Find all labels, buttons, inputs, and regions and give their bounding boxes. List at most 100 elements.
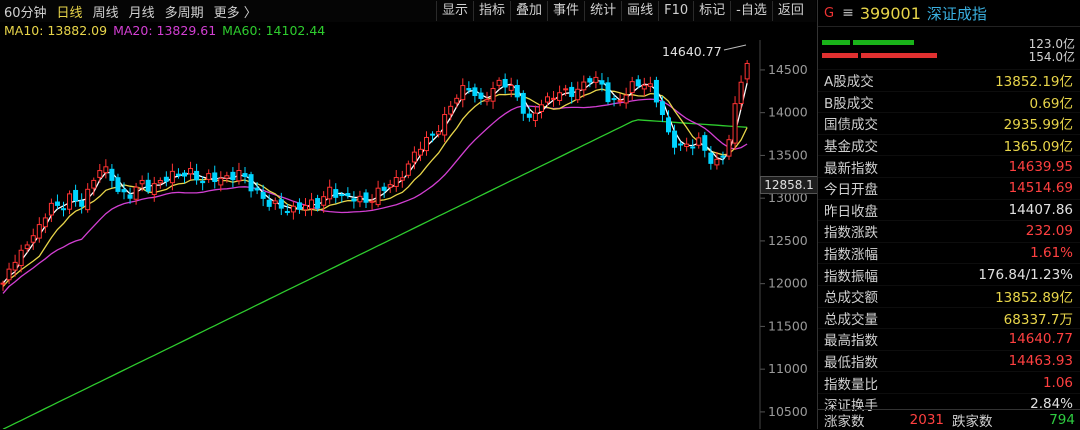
candlestick[interactable] [73,184,79,207]
candlestick[interactable] [351,191,357,209]
candlestick[interactable] [502,73,508,94]
candlestick[interactable] [405,160,411,179]
candlestick[interactable] [290,201,296,220]
candlestick[interactable] [109,164,115,188]
candlestick[interactable] [145,172,151,194]
candlestick[interactable] [303,198,308,217]
candlestick[interactable] [327,179,333,204]
candlestick[interactable] [647,76,653,93]
period-tab[interactable]: 多周期 [161,2,210,21]
candlestick[interactable] [212,165,218,189]
toolbar-button[interactable]: 叠加 [510,1,547,21]
period-tab[interactable]: 更多 〉 [210,2,263,21]
candlestick[interactable] [369,194,375,210]
ma20-legend: MA20: 13829.61 [113,23,217,38]
candlestick[interactable] [42,213,48,234]
candlestick[interactable] [375,180,381,208]
candlestick[interactable] [296,198,302,214]
candlestick[interactable] [230,167,236,188]
toolbar-button[interactable]: 指标 [473,1,510,21]
candlestick[interactable] [85,183,91,213]
candlestick-chart[interactable]: 14500 14000 13500 13000 12500 12000 11500 11000… [0,40,818,429]
candlestick[interactable] [103,159,109,179]
candlestick[interactable] [454,94,460,108]
candlestick[interactable] [284,203,290,216]
candlestick[interactable] [430,131,436,143]
candlestick[interactable] [333,183,339,204]
candlestick[interactable] [732,96,738,151]
candlestick[interactable] [399,170,405,188]
candlestick[interactable] [194,163,200,185]
toolbar-button[interactable]: -自选 [730,1,772,21]
candlestick[interactable] [490,81,496,109]
candlestick[interactable] [79,193,85,214]
candlestick[interactable] [702,131,708,158]
candlestick[interactable] [460,78,466,108]
candlestick[interactable] [442,106,448,143]
candlestick[interactable] [357,190,363,208]
period-tab[interactable]: 周线 [89,2,125,21]
period-tab[interactable]: 月线 [125,2,161,21]
candlestick[interactable] [61,201,66,217]
candlestick[interactable] [593,71,599,89]
candlestick[interactable] [182,169,187,184]
candlestick[interactable] [641,77,647,97]
candlestick[interactable] [605,77,611,105]
period-tab[interactable]: 日线 [53,2,89,21]
candlestick[interactable] [309,192,315,216]
candlestick[interactable] [623,87,629,109]
candlestick[interactable] [248,171,254,198]
candlestick[interactable] [115,173,121,195]
candlestick[interactable] [569,82,575,104]
toolbar-button[interactable]: 统计 [584,1,621,21]
candlestick[interactable] [472,83,478,103]
candlestick[interactable] [575,81,581,103]
candlestick[interactable] [424,131,429,156]
candlestick[interactable] [36,217,42,243]
candlestick[interactable] [272,197,278,210]
g-badge-icon[interactable]: G [824,6,834,21]
candlestick[interactable] [684,137,690,152]
candle-body [629,81,635,94]
candlestick[interactable] [690,139,696,156]
candlestick[interactable] [218,171,224,192]
toolbar-button[interactable]: 事件 [547,1,584,21]
toolbar-button[interactable]: F10 [658,1,693,21]
period-tab[interactable]: 60分钟 [0,2,53,21]
candlestick[interactable] [726,134,732,160]
toolbar-button[interactable]: 返回 [771,1,809,21]
chart-canvas[interactable]: 1450014000135001300012500120001150011000… [0,40,816,429]
candlestick[interactable] [393,170,399,192]
candlestick[interactable] [696,132,702,149]
candlestick[interactable] [67,190,73,215]
candlestick[interactable] [532,105,538,127]
candlestick[interactable] [514,79,520,101]
toolbar-button[interactable]: 标记 [693,1,730,21]
candlestick[interactable] [557,85,563,106]
candlestick[interactable] [653,76,659,108]
candlestick[interactable] [520,90,526,121]
candlestick[interactable] [448,101,454,121]
candlestick[interactable] [97,164,103,183]
candlestick[interactable] [363,189,369,208]
candlestick[interactable] [551,91,557,107]
candlestick[interactable] [659,96,665,123]
candlestick[interactable] [163,171,169,187]
toolbar-button[interactable]: 画线 [621,1,658,21]
candlestick[interactable] [744,60,750,84]
candlestick[interactable] [581,75,587,98]
candlestick[interactable] [200,176,206,191]
candlestick[interactable] [629,76,635,101]
candlestick[interactable] [599,73,605,92]
candlestick[interactable] [496,77,502,90]
candlestick[interactable] [387,179,393,193]
candlestick[interactable] [157,177,163,189]
menu-icon[interactable]: ≡ [842,5,854,21]
candlestick[interactable] [538,99,544,119]
candlestick[interactable] [714,151,720,170]
toolbar-button[interactable]: 显示 [436,1,473,21]
candlestick[interactable] [54,194,60,209]
candlestick[interactable] [188,161,194,180]
candlestick[interactable] [381,182,387,198]
candlestick[interactable] [206,169,212,183]
